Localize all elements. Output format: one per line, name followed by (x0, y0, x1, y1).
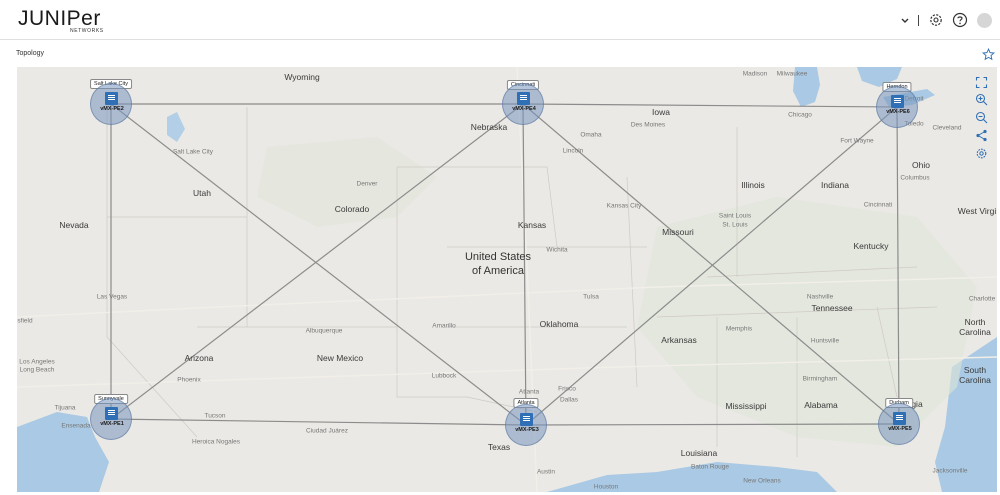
router-node-vmx-pe5[interactable]: vMX-PE5 (878, 403, 920, 445)
header-divider (918, 15, 919, 26)
router-icon (520, 413, 533, 426)
router-icon (893, 412, 906, 425)
avatar[interactable] (977, 13, 992, 28)
logo-subtitle: NETWORKS (70, 28, 104, 34)
router-icon (105, 407, 118, 420)
top-bar: JUNIPer NETWORKS (0, 0, 1000, 40)
router-icon (891, 95, 904, 108)
router-icon (105, 92, 118, 105)
page-title: Topology (16, 50, 45, 57)
juniper-logo[interactable]: JUNIPer NETWORKS (18, 7, 104, 34)
node-name: vMX-PE1 (100, 421, 124, 427)
router-node-vmx-pe6[interactable]: vMX-PE6 (876, 86, 918, 128)
router-node-vmx-pe1[interactable]: vMX-PE1 (90, 398, 132, 440)
share-icon[interactable] (975, 129, 988, 142)
settings-icon[interactable] (975, 147, 988, 160)
zoom-in-icon[interactable] (975, 93, 988, 106)
fit-screen-icon[interactable] (975, 76, 988, 89)
node-name: vMX-PE3 (515, 427, 539, 433)
zoom-out-icon[interactable] (975, 111, 988, 124)
logo-word: JUNIPer (18, 7, 101, 30)
star-icon[interactable] (982, 48, 995, 61)
node-name: vMX-PE4 (512, 106, 536, 112)
router-node-vmx-pe4[interactable]: vMX-PE4 (502, 83, 544, 125)
node-name: vMX-PE5 (888, 426, 912, 432)
help-icon[interactable] (952, 12, 968, 28)
topology-map[interactable]: Wyoming Nebraska Iowa Utah Colorado Neva… (17, 67, 997, 492)
node-name: vMX-PE2 (100, 106, 124, 112)
node-name: vMX-PE6 (886, 109, 910, 115)
router-node-vmx-pe2[interactable]: vMX-PE2 (90, 83, 132, 125)
header-actions (870, 0, 1000, 40)
chevron-down-icon[interactable] (898, 13, 912, 27)
router-icon (517, 92, 530, 105)
gear-icon[interactable] (928, 12, 944, 28)
router-node-vmx-pe3[interactable]: vMX-PE3 (505, 404, 547, 446)
